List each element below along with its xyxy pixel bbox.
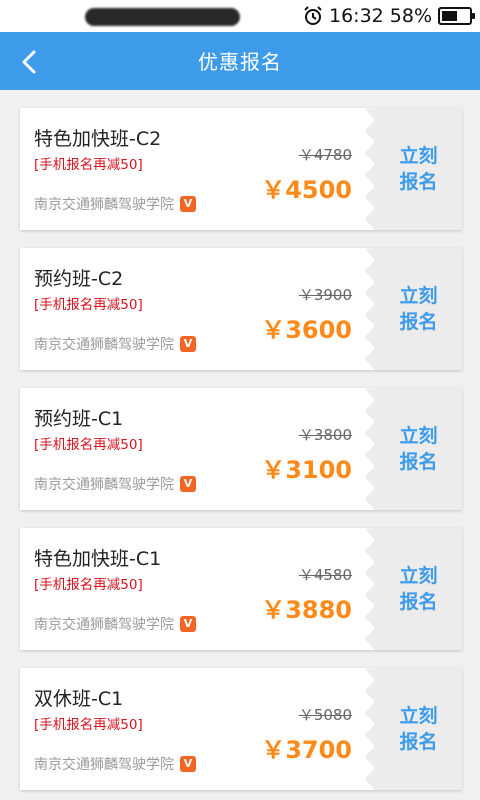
school-row: 南京交通狮麟驾驶学院 V: [34, 194, 196, 214]
title-bar: 优惠报名: [0, 32, 480, 90]
school-name: 南京交通狮麟驾驶学院: [34, 757, 174, 773]
school-name: 南京交通狮麟驾驶学院: [34, 337, 174, 353]
school-row: 南京交通狮麟驾驶学院 V: [34, 334, 196, 354]
enroll-label-line2: 报名: [399, 311, 438, 333]
enroll-label-line1: 立刻: [399, 425, 438, 447]
course-card[interactable]: 特色加快班-C2 [手机报名再减50] 南京交通狮麟驾驶学院 V ￥4780 ￥…: [20, 108, 462, 230]
verified-badge-icon: V: [180, 616, 196, 632]
enroll-button[interactable]: 立刻 报名: [375, 668, 462, 790]
enroll-area: 立刻 报名: [375, 388, 462, 510]
enroll-area: 立刻 报名: [375, 108, 462, 230]
school-row: 南京交通狮麟驾驶学院 V: [34, 614, 196, 634]
course-name: 特色加快班-C2: [34, 128, 162, 150]
course-card[interactable]: 特色加快班-C1 [手机报名再减50] 南京交通狮麟驾驶学院 V ￥4580 ￥…: [20, 528, 462, 650]
verified-badge-icon: V: [180, 336, 196, 352]
sale-price: ￥3880: [261, 596, 352, 624]
enroll-button[interactable]: 立刻 报名: [375, 248, 462, 370]
sale-price: ￥3700: [261, 736, 352, 764]
course-name: 预约班-C2: [34, 268, 124, 290]
status-time: 16:32: [329, 5, 384, 27]
enroll-label-line1: 立刻: [399, 145, 438, 167]
enroll-label-line2: 报名: [399, 171, 438, 193]
course-card[interactable]: 预约班-C2 [手机报名再减50] 南京交通狮麟驾驶学院 V ￥3900 ￥36…: [20, 248, 462, 370]
enroll-label-line2: 报名: [399, 451, 438, 473]
course-info: 特色加快班-C1 [手机报名再减50] 南京交通狮麟驾驶学院 V ￥4580 ￥…: [20, 528, 370, 650]
enroll-area: 立刻 报名: [375, 528, 462, 650]
battery-icon: [438, 7, 475, 25]
alarm-icon: [303, 6, 323, 26]
status-bar: 16:32 58%: [0, 0, 480, 32]
course-list: 特色加快班-C2 [手机报名再减50] 南京交通狮麟驾驶学院 V ￥4780 ￥…: [20, 108, 462, 800]
promo-text: [手机报名再减50]: [34, 437, 143, 453]
enroll-label-line2: 报名: [399, 731, 438, 753]
enroll-area: 立刻 报名: [375, 248, 462, 370]
enroll-label-line1: 立刻: [399, 285, 438, 307]
enroll-button[interactable]: 立刻 报名: [375, 528, 462, 650]
promo-text: [手机报名再减50]: [34, 297, 143, 313]
course-info: 特色加快班-C2 [手机报名再减50] 南京交通狮麟驾驶学院 V ￥4780 ￥…: [20, 108, 370, 230]
course-card[interactable]: 双休班-C1 [手机报名再减50] 南京交通狮麟驾驶学院 V ￥5080 ￥37…: [20, 668, 462, 790]
enroll-label-line1: 立刻: [399, 565, 438, 587]
school-name: 南京交通狮麟驾驶学院: [34, 477, 174, 493]
enroll-label-line1: 立刻: [399, 705, 438, 727]
status-right: 16:32 58%: [303, 4, 475, 28]
redacted-notification-area: [85, 8, 240, 26]
original-price: ￥5080: [298, 706, 352, 724]
course-name: 特色加快班-C1: [34, 548, 162, 570]
sale-price: ￥3100: [261, 456, 352, 484]
course-info: 双休班-C1 [手机报名再减50] 南京交通狮麟驾驶学院 V ￥5080 ￥37…: [20, 668, 370, 790]
original-price: ￥3800: [298, 426, 352, 444]
course-info: 预约班-C1 [手机报名再减50] 南京交通狮麟驾驶学院 V ￥3800 ￥31…: [20, 388, 370, 510]
course-card[interactable]: 预约班-C1 [手机报名再减50] 南京交通狮麟驾驶学院 V ￥3800 ￥31…: [20, 388, 462, 510]
promo-text: [手机报名再减50]: [34, 577, 143, 593]
enroll-area: 立刻 报名: [375, 668, 462, 790]
page-title: 优惠报名: [198, 50, 282, 74]
original-price: ￥4580: [298, 566, 352, 584]
verified-badge-icon: V: [180, 196, 196, 212]
course-name: 预约班-C1: [34, 408, 124, 430]
verified-badge-icon: V: [180, 476, 196, 492]
battery-level: [442, 11, 457, 21]
school-row: 南京交通狮麟驾驶学院 V: [34, 754, 196, 774]
course-name: 双休班-C1: [34, 688, 124, 710]
enroll-label-line2: 报名: [399, 591, 438, 613]
promo-text: [手机报名再减50]: [34, 157, 143, 173]
school-name: 南京交通狮麟驾驶学院: [34, 197, 174, 213]
sale-price: ￥4500: [261, 176, 352, 204]
course-info: 预约班-C2 [手机报名再减50] 南京交通狮麟驾驶学院 V ￥3900 ￥36…: [20, 248, 370, 370]
promo-text: [手机报名再减50]: [34, 717, 143, 733]
school-name: 南京交通狮麟驾驶学院: [34, 617, 174, 633]
original-price: ￥4780: [298, 146, 352, 164]
verified-badge-icon: V: [180, 756, 196, 772]
battery-percent: 58%: [389, 5, 432, 27]
enroll-button[interactable]: 立刻 报名: [375, 108, 462, 230]
sale-price: ￥3600: [261, 316, 352, 344]
original-price: ￥3900: [298, 286, 352, 304]
enroll-button[interactable]: 立刻 报名: [375, 388, 462, 510]
school-row: 南京交通狮麟驾驶学院 V: [34, 474, 196, 494]
